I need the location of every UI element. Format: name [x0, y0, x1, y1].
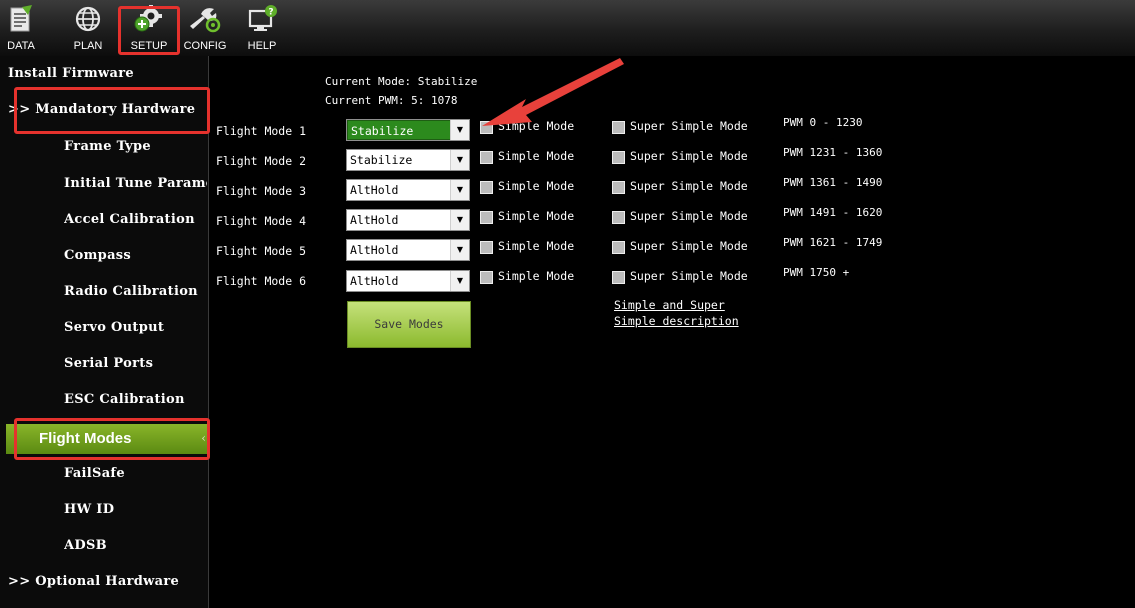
flight-mode-6-simple-label: Simple Mode: [498, 269, 575, 283]
dropdown-arrow-icon: ▼: [450, 180, 469, 200]
flight-mode-3-super-simple-checkbox[interactable]: [612, 181, 625, 194]
flight-mode-5-simple-checkbox[interactable]: [480, 241, 493, 254]
current-pwm-text: Current PWM: 5: 1078: [325, 94, 458, 107]
sidebar-item-hw-id[interactable]: HW ID: [64, 502, 207, 517]
save-modes-button[interactable]: Save Modes: [347, 301, 471, 348]
flight-mode-3-value: AltHold: [350, 183, 399, 197]
toolbar-help-button[interactable]: ? HELP: [243, 2, 281, 54]
current-mode-text: Current Mode: Stabilize: [325, 75, 478, 88]
toolbar-help-label: HELP: [247, 40, 277, 52]
flight-mode-1-label: Flight Mode 1: [216, 124, 307, 138]
flight-mode-1-value: Stabilize: [347, 120, 451, 140]
flight-mode-5-simple-label: Simple Mode: [498, 239, 575, 253]
flight-mode-4-simple-label: Simple Mode: [498, 209, 575, 223]
svg-text:?: ?: [268, 8, 273, 18]
sidebar-item-compass[interactable]: Compass: [64, 248, 207, 263]
flight-mode-3-simple-checkbox[interactable]: [480, 181, 493, 194]
flight-mode-5-value: AltHold: [350, 243, 399, 257]
flight-mode-2-super-simple-label: Super Simple Mode: [630, 149, 748, 163]
flight-mode-3-select[interactable]: AltHold ▼: [346, 179, 470, 201]
flight-mode-6-pwm: PWM 1750 +: [783, 266, 850, 279]
sidebar-item-frame-type[interactable]: Frame Type: [64, 139, 207, 154]
flight-mode-4-value: AltHold: [350, 213, 399, 227]
mandatory-hardware-highlight-box: [14, 87, 210, 134]
flight-mode-6-simple-checkbox[interactable]: [480, 271, 493, 284]
plan-globe-icon: [75, 6, 101, 32]
sidebar-item-accel-calibration[interactable]: Accel Calibration: [64, 212, 207, 227]
sidebar-item-failsafe[interactable]: FailSafe: [64, 466, 207, 481]
flight-mode-3-super-simple-label: Super Simple Mode: [630, 179, 748, 193]
simple-description-link-line1: Simple and Super: [614, 298, 725, 312]
annotation-arrow-icon: [482, 58, 624, 126]
flight-mode-5-pwm: PWM 1621 - 1749: [783, 236, 883, 249]
flight-modes-highlight-box: [14, 418, 210, 460]
dropdown-arrow-icon: ▼: [450, 150, 469, 170]
dropdown-arrow-icon: ▼: [450, 271, 469, 291]
flight-mode-1-pwm: PWM 0 - 1230: [783, 116, 863, 129]
flight-mode-2-super-simple-checkbox[interactable]: [612, 151, 625, 164]
simple-description-link[interactable]: Simple and Super Simple description: [614, 297, 739, 329]
sidebar-item-initial-tune[interactable]: Initial Tune Parameters: [64, 176, 207, 191]
flight-mode-6-value: AltHold: [350, 274, 399, 288]
flight-mode-2-label: Flight Mode 2: [216, 154, 307, 168]
flight-mode-6-super-simple-label: Super Simple Mode: [630, 269, 748, 283]
flight-mode-4-pwm: PWM 1491 - 1620: [783, 206, 883, 219]
sidebar-item-optional-hardware[interactable]: >> Optional Hardware: [8, 574, 206, 589]
dropdown-arrow-icon: ▼: [450, 240, 469, 260]
toolbar-data-label: DATA: [7, 40, 35, 52]
toolbar-plan-label: PLAN: [73, 40, 103, 52]
sidebar-item-servo-output[interactable]: Servo Output: [64, 320, 207, 335]
help-monitor-icon: ?: [248, 5, 277, 31]
flight-mode-2-pwm: PWM 1231 - 1360: [783, 146, 883, 159]
flight-mode-1-select[interactable]: Stabilize ▼: [346, 119, 470, 141]
toolbar-config-label: CONFIG: [183, 40, 227, 52]
sidebar-item-serial-ports[interactable]: Serial Ports: [64, 356, 207, 371]
setup-highlight-box: [118, 6, 180, 55]
toolbar-config-button[interactable]: CONFIG: [179, 2, 231, 54]
sidebar-item-esc-calibration[interactable]: ESC Calibration: [64, 392, 207, 407]
flight-mode-2-simple-label: Simple Mode: [498, 149, 575, 163]
flight-mode-4-label: Flight Mode 4: [216, 214, 307, 228]
flight-mode-2-value: Stabilize: [350, 153, 413, 167]
flight-mode-3-pwm: PWM 1361 - 1490: [783, 176, 883, 189]
flight-mode-4-super-simple-label: Super Simple Mode: [630, 209, 748, 223]
simple-description-link-line2: Simple description: [614, 314, 739, 328]
config-wrench-icon: [190, 8, 221, 33]
toolbar-plan-button[interactable]: PLAN: [68, 2, 108, 54]
flight-mode-4-super-simple-checkbox[interactable]: [612, 211, 625, 224]
flight-mode-6-super-simple-checkbox[interactable]: [612, 271, 625, 284]
flight-mode-5-super-simple-checkbox[interactable]: [612, 241, 625, 254]
flight-mode-6-label: Flight Mode 6: [216, 274, 307, 288]
flight-mode-2-simple-checkbox[interactable]: [480, 151, 493, 164]
flight-mode-4-select[interactable]: AltHold ▼: [346, 209, 470, 231]
flight-mode-3-simple-label: Simple Mode: [498, 179, 575, 193]
main-toolbar: DATA PLAN SETUP CONFIG ? HELP: [0, 0, 1135, 56]
sidebar-item-adsb[interactable]: ADSB: [64, 538, 207, 553]
dropdown-arrow-icon: ▼: [450, 120, 469, 140]
sidebar-item-install-firmware[interactable]: Install Firmware: [8, 66, 206, 81]
dropdown-arrow-icon: ▼: [450, 210, 469, 230]
flight-mode-4-simple-checkbox[interactable]: [480, 211, 493, 224]
flight-mode-5-label: Flight Mode 5: [216, 244, 307, 258]
flight-mode-3-label: Flight Mode 3: [216, 184, 307, 198]
data-icon: [10, 5, 32, 32]
sidebar-item-radio-calibration[interactable]: Radio Calibration: [64, 284, 207, 299]
flight-mode-5-select[interactable]: AltHold ▼: [346, 239, 470, 261]
toolbar-data-button[interactable]: DATA: [4, 2, 38, 54]
flight-mode-1-super-simple-label: Super Simple Mode: [630, 119, 748, 133]
flight-mode-2-select[interactable]: Stabilize ▼: [346, 149, 470, 171]
flight-mode-6-select[interactable]: AltHold ▼: [346, 270, 470, 292]
flight-mode-5-super-simple-label: Super Simple Mode: [630, 239, 748, 253]
